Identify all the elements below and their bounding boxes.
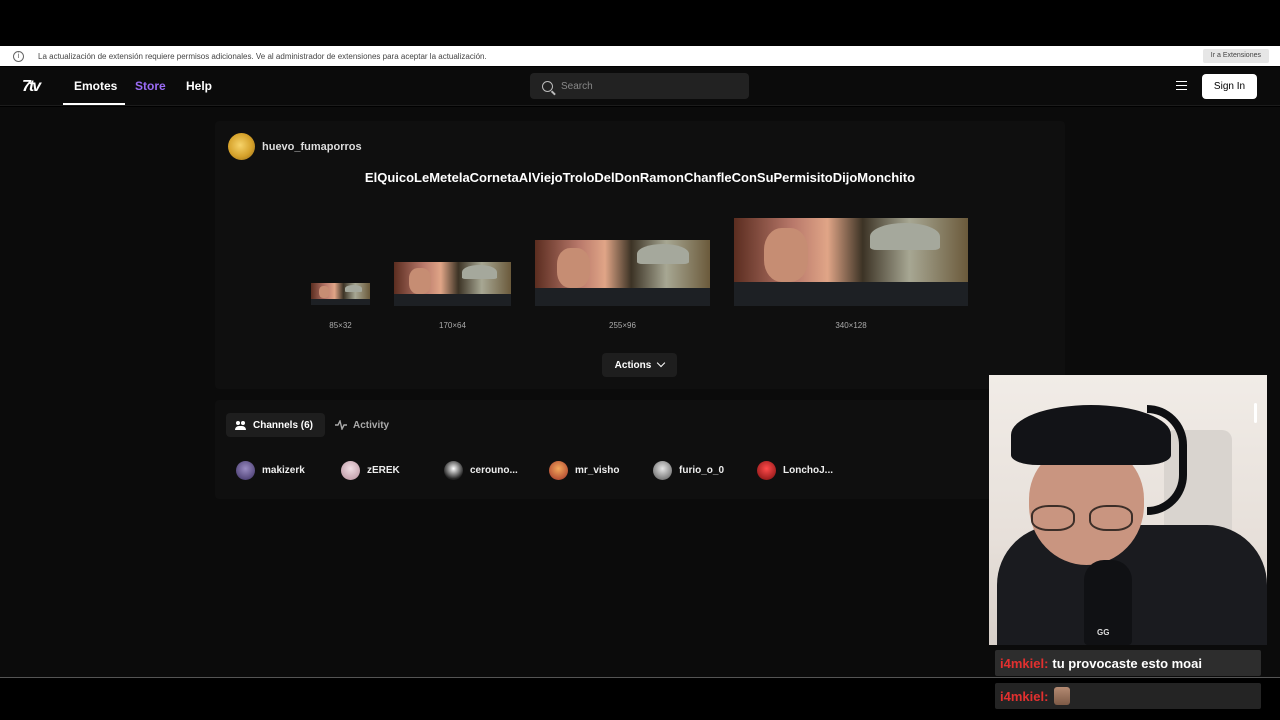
- 7tv-logo[interactable]: 7tv: [22, 78, 41, 96]
- mic-label: GG: [1097, 628, 1110, 637]
- nav-help[interactable]: Help: [186, 79, 212, 93]
- webcam-person-body: [997, 525, 1267, 645]
- info-icon: i: [13, 50, 24, 62]
- size-label-255x96: 255×96: [609, 321, 636, 330]
- sign-in-button[interactable]: Sign In: [1202, 74, 1257, 99]
- tab-activity[interactable]: Activity: [335, 413, 405, 437]
- channel-name: LonchoJ...: [783, 465, 833, 476]
- streamer-webcam: GG: [989, 375, 1267, 645]
- tab-channels-label: Channels (6): [253, 419, 314, 431]
- channel-name: cerouno...: [470, 465, 518, 476]
- channel-avatar: [757, 461, 776, 480]
- nav-store[interactable]: Store: [135, 79, 166, 93]
- search-input[interactable]: [561, 80, 731, 92]
- infobar-message: La actualización de extensión requiere p…: [38, 51, 487, 61]
- channel-item[interactable]: mr_visho: [549, 461, 619, 480]
- emote-preview-85x32[interactable]: [311, 283, 370, 305]
- active-tab-underline: [63, 103, 125, 105]
- extension-infobar: i La actualización de extensión requiere…: [0, 46, 1280, 66]
- chevron-down-icon: [657, 358, 666, 368]
- emote-preview-255x96[interactable]: [535, 240, 710, 306]
- chat-emote-icon: [1054, 687, 1071, 705]
- size-label-340x128: 340×128: [835, 321, 867, 330]
- chat-message: i4mkiel:: [995, 683, 1261, 709]
- hamburger-menu-icon[interactable]: [1176, 81, 1187, 90]
- channel-name: makizerk: [262, 465, 305, 476]
- channel-name: mr_visho: [575, 465, 620, 476]
- users-icon: [235, 421, 247, 430]
- channel-avatar: [236, 461, 255, 480]
- top-navigation: 7tv Emotes Store Help Sign In: [0, 67, 1280, 106]
- channel-item[interactable]: LonchoJ...: [757, 461, 833, 480]
- channel-avatar: [444, 461, 463, 480]
- webcam-scroll-indicator: [1254, 403, 1257, 423]
- channel-avatar: [653, 461, 672, 480]
- channel-item[interactable]: makizerk: [236, 461, 305, 480]
- channel-name: zEREK: [367, 465, 400, 476]
- channel-item[interactable]: furio_o_0: [653, 461, 724, 480]
- emote-preview-340x128[interactable]: [734, 218, 968, 306]
- actions-label: Actions: [614, 359, 652, 371]
- tab-activity-label: Activity: [353, 419, 390, 431]
- channel-item[interactable]: cerouno...: [444, 461, 518, 480]
- webcam-glasses: [1031, 505, 1139, 531]
- tab-channels[interactable]: Channels (6): [226, 413, 325, 437]
- browser-top-area: [0, 0, 1280, 46]
- emote-card: huevo_fumaporros ElQuicoLeMetelaCornetaA…: [215, 121, 1065, 389]
- search-bar[interactable]: [530, 73, 749, 99]
- emote-preview-170x64[interactable]: [394, 262, 511, 306]
- channels-card: Channels (6) Activity makizerk zEREK cer…: [215, 400, 1065, 499]
- channel-name: furio_o_0: [679, 465, 725, 476]
- chat-username: i4mkiel:: [1000, 688, 1049, 704]
- emote-title: ElQuicoLeMetelaCornetaAlViejoTroloDelDon…: [364, 170, 916, 185]
- chat-message: i4mkiel: tu provocaste esto moai: [995, 650, 1261, 676]
- size-label-170x64: 170×64: [439, 321, 466, 330]
- search-icon: [542, 80, 553, 92]
- owner-name[interactable]: huevo_fumaporros: [262, 141, 362, 153]
- channel-avatar: [549, 461, 568, 480]
- size-label-85x32: 85×32: [329, 321, 352, 330]
- chat-username: i4mkiel:: [1000, 655, 1049, 671]
- owner-avatar[interactable]: [228, 133, 255, 160]
- chat-text: tu provocaste esto moai: [1052, 655, 1202, 671]
- go-to-extensions-button[interactable]: Ir a Extensiones: [1202, 49, 1269, 63]
- actions-button[interactable]: Actions: [602, 353, 677, 377]
- channel-avatar: [341, 461, 360, 480]
- channel-item[interactable]: zEREK: [341, 461, 400, 480]
- activity-icon: [335, 420, 347, 430]
- nav-emotes[interactable]: Emotes: [74, 79, 117, 93]
